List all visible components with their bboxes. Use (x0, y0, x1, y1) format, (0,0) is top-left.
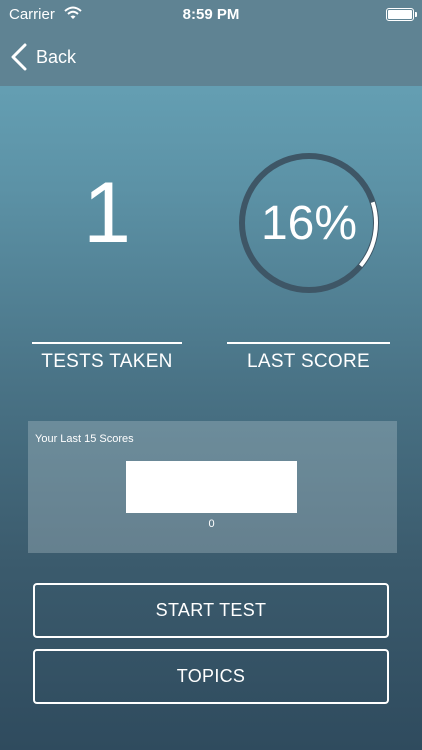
back-label: Back (36, 46, 77, 67)
score-bar-label: 0 (208, 518, 215, 530)
last-score-value: 16% (260, 196, 358, 250)
chevron-left-icon (11, 43, 27, 71)
panel-title: Your Last 15 Scores (35, 433, 134, 445)
status-bar: Carrier 8:59 PM (0, 0, 422, 30)
last-score-label: LAST SCORE (246, 351, 371, 372)
tests-taken-label: TESTS TAKEN (41, 351, 173, 372)
start-test-button[interactable]: START TEST (33, 583, 389, 638)
test-stats-screen: Carrier 8:59 PM Back 1 16% TESTS TAKEN L… (0, 0, 422, 750)
score-bar (126, 461, 297, 513)
back-button[interactable]: Back (10, 42, 76, 72)
navigation-bar: Carrier 8:59 PM Back (0, 0, 422, 86)
clock: 8:59 PM (182, 6, 240, 23)
last-scores-panel: Your Last 15 Scores 0 (28, 421, 397, 553)
tests-taken-divider (32, 342, 182, 344)
battery-icon (386, 8, 417, 21)
tests-taken-value: 1 (83, 165, 131, 261)
last-score-divider (227, 342, 390, 344)
topics-button[interactable]: TOPICS (33, 649, 389, 704)
